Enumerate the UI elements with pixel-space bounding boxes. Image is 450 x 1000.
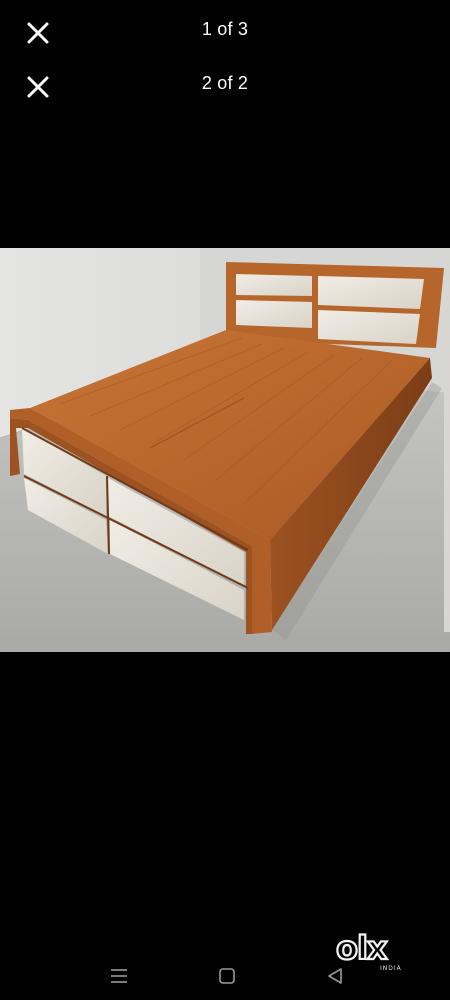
image-counter-primary: 1 of 3 xyxy=(201,19,249,39)
viewer-header-secondary: 2 of 2 xyxy=(0,59,450,113)
next-image-peek[interactable] xyxy=(444,248,450,632)
back-triangle-icon xyxy=(328,968,342,984)
recent-apps-button[interactable] xyxy=(104,961,134,991)
storage-bed-photo xyxy=(0,248,450,652)
home-button[interactable] xyxy=(212,961,242,991)
image-viewer[interactable] xyxy=(0,248,450,652)
image-counter-secondary: 2 of 2 xyxy=(201,73,249,93)
home-square-icon xyxy=(219,968,235,984)
system-navigation-bar xyxy=(0,950,450,1000)
viewer-header-primary: 1 of 3 xyxy=(0,5,450,59)
back-button[interactable] xyxy=(320,961,350,991)
menu-icon xyxy=(111,969,127,983)
